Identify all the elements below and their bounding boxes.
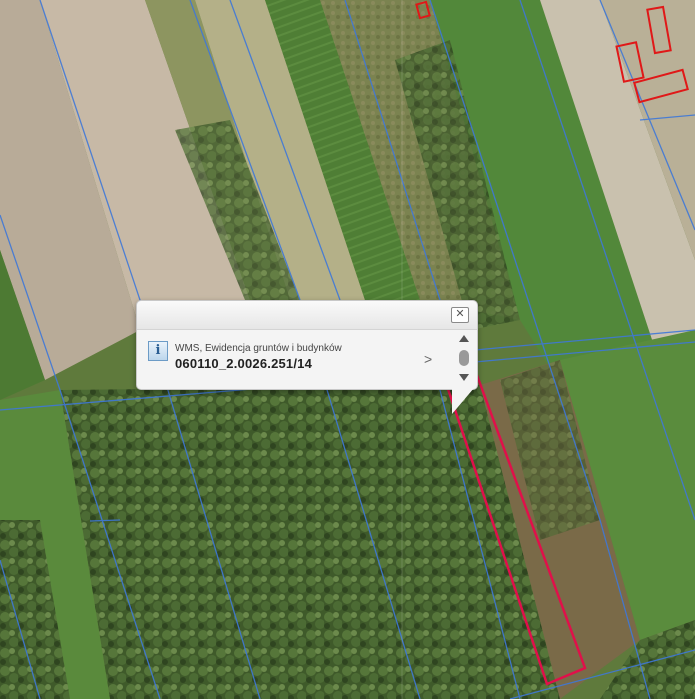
close-button[interactable]: ✕ (451, 307, 469, 323)
identify-popup: ✕ i WMS, Ewidencja gruntów i budynków 06… (136, 300, 478, 390)
parcel-id[interactable]: 060110_2.0026.251/14 (175, 356, 312, 371)
layer-name: WMS, Ewidencja gruntów i budynków (175, 343, 342, 354)
scroll-up-arrow-icon[interactable] (459, 335, 469, 342)
scroll-down-arrow-icon[interactable] (459, 374, 469, 381)
woodland (60, 385, 560, 699)
scrollbar-thumb[interactable] (459, 350, 469, 366)
popup-pointer (452, 388, 474, 414)
popup-header: ✕ (137, 301, 477, 330)
chevron-right-icon[interactable]: > (424, 351, 432, 367)
close-icon[interactable]: ✕ (455, 308, 464, 320)
info-icon: i (148, 341, 168, 361)
